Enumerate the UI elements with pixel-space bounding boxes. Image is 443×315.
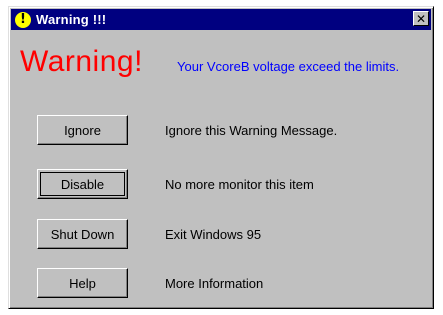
help-description: More Information xyxy=(165,275,264,291)
action-row-help: Help More Information xyxy=(37,268,263,298)
disable-description: No more monitor this item xyxy=(165,176,314,192)
close-button[interactable]: ✕ xyxy=(413,11,429,26)
help-button-label: Help xyxy=(69,275,96,291)
action-row-disable: Disable No more monitor this item xyxy=(37,169,314,199)
ignore-button[interactable]: Ignore xyxy=(37,115,128,145)
shut-down-button-label: Shut Down xyxy=(50,226,115,242)
warning-headline: Warning! xyxy=(20,45,143,78)
warning-message: Your VcoreB voltage exceed the limits. xyxy=(177,59,400,74)
ignore-description: Ignore this Warning Message. xyxy=(165,122,338,138)
close-icon: ✕ xyxy=(415,11,427,26)
disable-button-label: Disable xyxy=(60,176,105,192)
shut-down-button[interactable]: Shut Down xyxy=(37,219,128,249)
action-row-ignore: Ignore Ignore this Warning Message. xyxy=(37,115,337,145)
disable-button[interactable]: Disable xyxy=(37,169,128,199)
help-button[interactable]: Help xyxy=(37,268,128,298)
window-title: Warning !!! xyxy=(36,12,107,27)
warning-icon: ! xyxy=(15,11,31,28)
title-bar[interactable]: ! Warning !!! ✕ xyxy=(11,9,431,30)
ignore-button-label: Ignore xyxy=(64,122,101,138)
warning-dialog: ! Warning !!! ✕ Warning! Your VcoreB vol… xyxy=(8,6,434,309)
shut-down-description: Exit Windows 95 xyxy=(165,226,262,242)
action-row-shutdown: Shut Down Exit Windows 95 xyxy=(37,219,261,249)
